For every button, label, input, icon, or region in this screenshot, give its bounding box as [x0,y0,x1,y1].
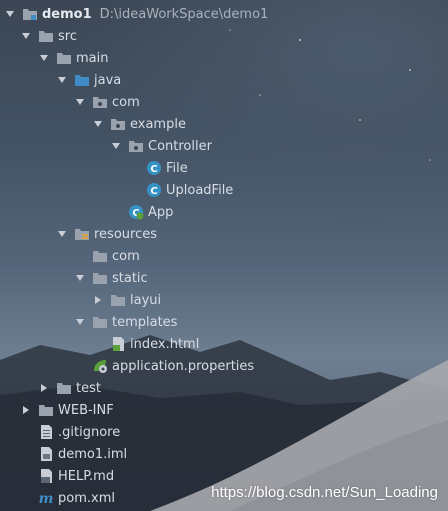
chevron-right-icon[interactable] [92,294,104,306]
tree-item-label: Controller [148,138,212,154]
tree-item-example[interactable]: example [92,113,186,135]
tree-item-controller[interactable]: Controller [110,135,212,157]
chevron-down-icon[interactable] [38,52,50,64]
svg-text:C: C [150,186,157,197]
tree-item-com[interactable]: com [74,91,140,113]
tree-item-resources-com[interactable]: com [92,245,140,267]
tree-item-static[interactable]: static [74,267,148,289]
properties-file-icon [92,358,108,374]
tree-item-label: App [148,204,174,220]
tree-item-label: com [112,94,140,110]
tree-item-src[interactable]: src [20,25,77,47]
package-icon [110,116,126,132]
tree-item-layui[interactable]: layui [92,289,161,311]
tree-item-label: java [94,72,122,88]
tree-item-label: layui [130,292,162,308]
tree-item-test[interactable]: test [38,377,101,399]
tree-item-resources[interactable]: resources [56,223,157,245]
html-file-icon [110,336,126,352]
tree-item-app[interactable]: C App [128,201,173,223]
tree-item-java[interactable]: java [56,69,121,91]
tree-item-index-html[interactable]: index.html [110,333,199,355]
tree-item-label: main [76,50,109,66]
chevron-down-icon[interactable] [74,272,86,284]
tree-item-main[interactable]: main [38,47,108,69]
folder-icon [110,292,126,308]
chevron-down-icon[interactable] [110,140,122,152]
java-class-icon: C [146,160,162,176]
tree-item-templates[interactable]: templates [74,311,177,333]
tree-item-demo1-iml[interactable]: demo1.iml [38,443,127,465]
folder-icon [38,402,54,418]
folder-icon [38,28,54,44]
tree-item-demo1[interactable]: demo1 D:\ideaWorkSpace\demo1 [4,3,268,25]
iml-file-icon [38,446,54,462]
spring-class-icon: C [128,204,144,220]
chevron-down-icon[interactable] [56,74,68,86]
tree-item-label: index.html [130,336,200,352]
tree-item-label: File [166,160,188,176]
java-class-icon: C [146,182,162,198]
tree-item-application-properties[interactable]: application.properties [92,355,254,377]
maven-file-icon: m [38,490,54,506]
tree-item-label: WEB-INF [58,402,114,418]
tree-item-label: .gitignore [58,424,121,440]
tree-item-gitignore[interactable]: .gitignore [38,421,120,443]
folder-icon [56,380,72,396]
package-icon [92,94,108,110]
tree-item-label: com [112,248,140,264]
chevron-down-icon[interactable] [20,30,32,42]
watermark-text: https://blog.csdn.net/Sun_Loading [211,484,438,501]
folder-icon [92,248,108,264]
chevron-right-icon[interactable] [38,382,50,394]
tree-item-label: src [58,28,77,44]
tree-item-file[interactable]: C File [146,157,188,179]
tree-item-pom-xml[interactable]: m pom.xml [38,487,115,509]
chevron-down-icon[interactable] [74,316,86,328]
chevron-down-icon[interactable] [92,118,104,130]
text-file-icon [38,424,54,440]
tree-item-label: pom.xml [58,490,115,506]
tree-item-label: application.properties [112,358,255,374]
tree-item-uploadfile[interactable]: C UploadFile [146,179,233,201]
tree-item-label: HELP.md [58,468,115,484]
tree-item-label: UploadFile [166,182,234,198]
folder-icon [92,270,108,286]
tree-item-web-inf[interactable]: WEB-INF [20,399,114,421]
chevron-down-icon[interactable] [56,228,68,240]
project-name: demo1 [42,6,92,22]
module-icon [22,6,38,22]
svg-text:C: C [150,164,157,175]
tree-item-label: resources [94,226,158,242]
svg-text:m: m [39,491,54,506]
tree-item-label: demo1.iml [58,446,128,462]
markdown-file-icon [38,468,54,484]
chevron-down-icon[interactable] [74,96,86,108]
chevron-down-icon[interactable] [4,8,16,20]
source-folder-icon [74,72,90,88]
tree-item-label: static [112,270,148,286]
tree-item-help-md[interactable]: HELP.md [38,465,114,487]
tree-item-label: templates [112,314,178,330]
project-path: D:\ideaWorkSpace\demo1 [99,6,269,22]
folder-icon [56,50,72,66]
chevron-right-icon[interactable] [20,404,32,416]
tree-item-label: example [130,116,186,132]
tree-item-label: test [76,380,101,396]
resources-folder-icon [74,226,90,242]
package-icon [128,138,144,154]
folder-icon [92,314,108,330]
